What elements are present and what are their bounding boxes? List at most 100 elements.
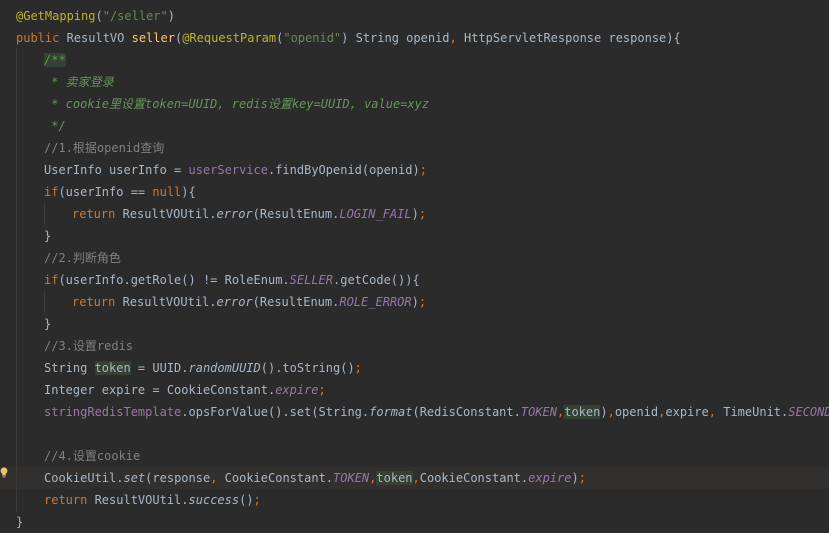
code-text: return ResultVOUtil.success(); — [44, 489, 261, 511]
code-line[interactable]: } — [0, 511, 829, 533]
code-text: return ResultVOUtil.error(ResultEnum.ROL… — [72, 291, 426, 313]
code-line[interactable]: String token = UUID.randomUUID().toStrin… — [0, 356, 829, 380]
code-line[interactable]: stringRedisTemplate.opsForValue().set(St… — [0, 400, 829, 424]
indent-guide — [16, 378, 17, 402]
code-token: ROLE_ERROR — [339, 295, 412, 309]
code-text: CookieUtil.set(response, CookieConstant.… — [44, 467, 586, 489]
code-token: , — [412, 471, 420, 485]
code-token: null — [152, 185, 182, 199]
indent-guide — [16, 422, 17, 446]
code-line[interactable]: * cookie里设置token=UUID, redis设置key=UUID, … — [0, 92, 829, 116]
code-line[interactable]: public ResultVO seller(@RequestParam("op… — [0, 27, 829, 49]
code-token: () — [239, 493, 254, 507]
code-line[interactable] — [0, 422, 829, 446]
code-token: return — [44, 493, 88, 507]
code-token: ) — [411, 295, 419, 309]
code-token: ().toString() — [260, 361, 355, 375]
indent-guide — [16, 268, 17, 292]
code-token: } — [16, 515, 24, 529]
code-line[interactable]: //4.设置cookie — [0, 444, 829, 468]
code-token: (ResultEnum. — [252, 207, 340, 221]
code-line[interactable]: * 卖家登录 — [0, 70, 829, 94]
code-line[interactable]: return ResultVOUtil.error(ResultEnum.LOG… — [0, 202, 829, 226]
code-token: seller — [131, 31, 175, 45]
code-token: userService — [188, 163, 268, 177]
code-token: ResultVO — [59, 31, 132, 45]
indent-guide — [16, 136, 17, 160]
code-line[interactable]: UserInfo userInfo = userService.findByOp… — [0, 158, 829, 182]
code-token: , — [708, 405, 716, 419]
code-token: ; — [253, 493, 261, 507]
code-token: return — [72, 207, 116, 221]
code-token: , — [449, 31, 457, 45]
code-line[interactable]: //1.根据openid查询 — [0, 136, 829, 160]
code-text: /** — [44, 49, 66, 71]
code-line[interactable]: if(userInfo.getRole() != RoleEnum.SELLER… — [0, 268, 829, 292]
code-text: if(userInfo == null){ — [44, 181, 196, 203]
code-line[interactable]: /** — [0, 48, 829, 72]
code-token: } — [44, 317, 52, 331]
code-text: */ — [44, 115, 66, 137]
indent-guide — [16, 400, 17, 424]
code-line[interactable]: */ — [0, 114, 829, 138]
indent-guide — [16, 92, 17, 116]
code-line[interactable]: } — [0, 312, 829, 336]
code-token: SELLER — [289, 273, 333, 287]
code-token: * 卖家登录 — [44, 75, 114, 89]
code-line[interactable]: //2.判断角色 — [0, 246, 829, 270]
indent-guide — [16, 48, 17, 72]
code-line[interactable]: //3.设置redis — [0, 334, 829, 358]
code-token: LOGIN_FAIL — [339, 207, 412, 221]
code-token: , — [607, 405, 615, 419]
code-token: UserInfo userInfo = — [44, 163, 189, 177]
code-token: */ — [44, 119, 66, 133]
code-token: (userInfo == — [58, 185, 153, 199]
code-token: ) String openid — [341, 31, 450, 45]
code-text: @GetMapping("/seller") — [16, 5, 175, 27]
code-token: error — [216, 207, 253, 221]
code-token: } — [44, 229, 52, 243]
code-editor[interactable]: @GetMapping("/seller") public ResultVO se… — [0, 0, 829, 533]
code-line[interactable]: return ResultVOUtil.success(); — [0, 488, 829, 512]
code-token: /** — [44, 53, 66, 67]
code-line[interactable]: } — [0, 224, 829, 248]
code-line[interactable]: @GetMapping("/seller") — [0, 5, 829, 27]
indent-guide — [16, 290, 17, 314]
indent-guide — [16, 488, 17, 512]
code-token: ) — [167, 9, 175, 23]
code-token: ) — [571, 471, 579, 485]
indent-guide — [16, 356, 17, 380]
code-token: * cookie里设置token=UUID, redis设置key=UUID, … — [44, 97, 430, 111]
code-text: Integer expire = CookieConstant.expire; — [44, 379, 326, 401]
code-token: error — [216, 295, 253, 309]
code-token: //4.设置cookie — [44, 449, 141, 463]
indent-guide — [16, 312, 17, 336]
code-line[interactable]: if(userInfo == null){ — [0, 180, 829, 204]
indent-guide — [16, 202, 17, 226]
code-token: token — [564, 405, 601, 419]
code-line[interactable]: CookieUtil.set(response, CookieConstant.… — [0, 466, 829, 490]
code-token: (ResultEnum. — [252, 295, 340, 309]
code-token: success — [188, 493, 240, 507]
code-token: return — [72, 295, 116, 309]
code-text: //1.根据openid查询 — [44, 137, 164, 159]
code-token: ){ — [181, 185, 196, 199]
code-line[interactable]: return ResultVOUtil.error(ResultEnum.ROL… — [0, 290, 829, 314]
code-text: * cookie里设置token=UUID, redis设置key=UUID, … — [44, 93, 429, 115]
code-text: //3.设置redis — [44, 335, 133, 357]
indent-guide — [16, 334, 17, 358]
code-token: ResultVOUtil. — [87, 493, 189, 507]
code-token: openid — [614, 405, 659, 419]
code-line[interactable]: Integer expire = CookieConstant.expire; — [0, 378, 829, 402]
code-token: //3.设置redis — [44, 339, 134, 353]
lightbulb-icon[interactable] — [0, 467, 8, 478]
code-token: token — [94, 361, 131, 375]
code-text: } — [44, 313, 51, 335]
code-text: //4.设置cookie — [44, 445, 140, 467]
code-text: stringRedisTemplate.opsForValue().set(St… — [44, 401, 829, 423]
code-token: randomUUID — [188, 361, 261, 375]
code-token: ; — [419, 163, 427, 177]
code-text: return ResultVOUtil.error(ResultEnum.LOG… — [72, 203, 426, 225]
code-text: //2.判断角色 — [44, 247, 121, 269]
code-token: @GetMapping — [16, 9, 96, 23]
